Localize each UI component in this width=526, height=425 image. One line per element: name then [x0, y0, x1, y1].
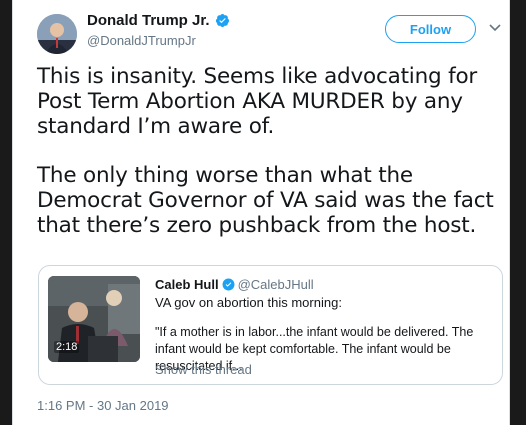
verified-badge-icon [222, 278, 235, 291]
follow-button[interactable]: Follow [385, 15, 476, 43]
quoted-author-handle: @CalebJHull [237, 277, 314, 292]
video-thumbnail[interactable]: 2:18 [48, 276, 140, 362]
verified-badge-icon [215, 13, 229, 28]
video-duration: 2:18 [54, 341, 80, 353]
author-name[interactable]: Donald Trump Jr. [87, 12, 210, 29]
tweet-paragraph: The only thing worse than what the Democ… [37, 163, 494, 238]
avatar-photo-icon [37, 14, 77, 54]
quoted-text-intro: VA gov on abortion this morning: [155, 295, 342, 310]
tweet-card: Donald Trump Jr. @DonaldJTrumpJr Follow … [12, 0, 510, 425]
tweet-timestamp[interactable]: 1:16 PM - 30 Jan 2019 [37, 398, 169, 413]
tweet-paragraph: This is insanity. Seems like advocating … [37, 64, 478, 139]
chevron-down-icon[interactable] [489, 24, 501, 32]
show-thread-link[interactable]: Show this thread [155, 362, 252, 377]
author-avatar[interactable] [37, 14, 77, 54]
author-handle[interactable]: @DonaldJTrumpJr [87, 33, 196, 48]
tweet-text: This is insanity. Seems like advocating … [37, 64, 497, 238]
quoted-author-name: Caleb Hull [155, 277, 219, 292]
author-name-row: Donald Trump Jr. [87, 12, 230, 29]
quoted-author-row: Caleb Hull @CalebJHull [155, 277, 314, 292]
quoted-tweet[interactable]: 2:18 Caleb Hull @CalebJHull VA gov on ab… [38, 265, 503, 385]
